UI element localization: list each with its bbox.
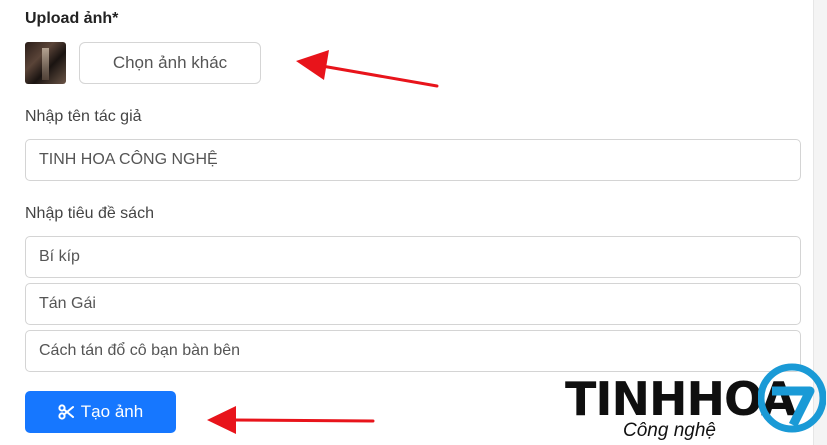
arrow-to-choose-button <box>296 50 439 88</box>
upload-label: Upload ảnh* <box>25 10 119 27</box>
author-input[interactable]: TINH HOA CÔNG NGHỆ <box>25 139 801 181</box>
create-image-label: Tạo ảnh <box>80 402 144 421</box>
arrow-to-create-button <box>207 406 375 434</box>
title-line-2-input[interactable]: Tán Gái <box>25 283 801 325</box>
uploaded-image-thumbnail <box>25 42 66 84</box>
create-image-button[interactable]: Tạo ảnh <box>25 391 176 433</box>
author-label: Nhập tên tác giả <box>25 108 142 125</box>
watermark-tagline: Công nghệ <box>623 420 716 441</box>
book-title-label: Nhập tiêu đề sách <box>25 205 154 222</box>
scissors-icon <box>58 404 74 420</box>
watermark-badge-icon: 7 <box>758 363 826 433</box>
choose-another-image-button[interactable]: Chọn ảnh khác <box>79 42 261 84</box>
tinhhoa-watermark-logo: TINHHOA Công nghệ 7 <box>560 360 827 445</box>
title-line-1-input[interactable]: Bí kíp <box>25 236 801 278</box>
